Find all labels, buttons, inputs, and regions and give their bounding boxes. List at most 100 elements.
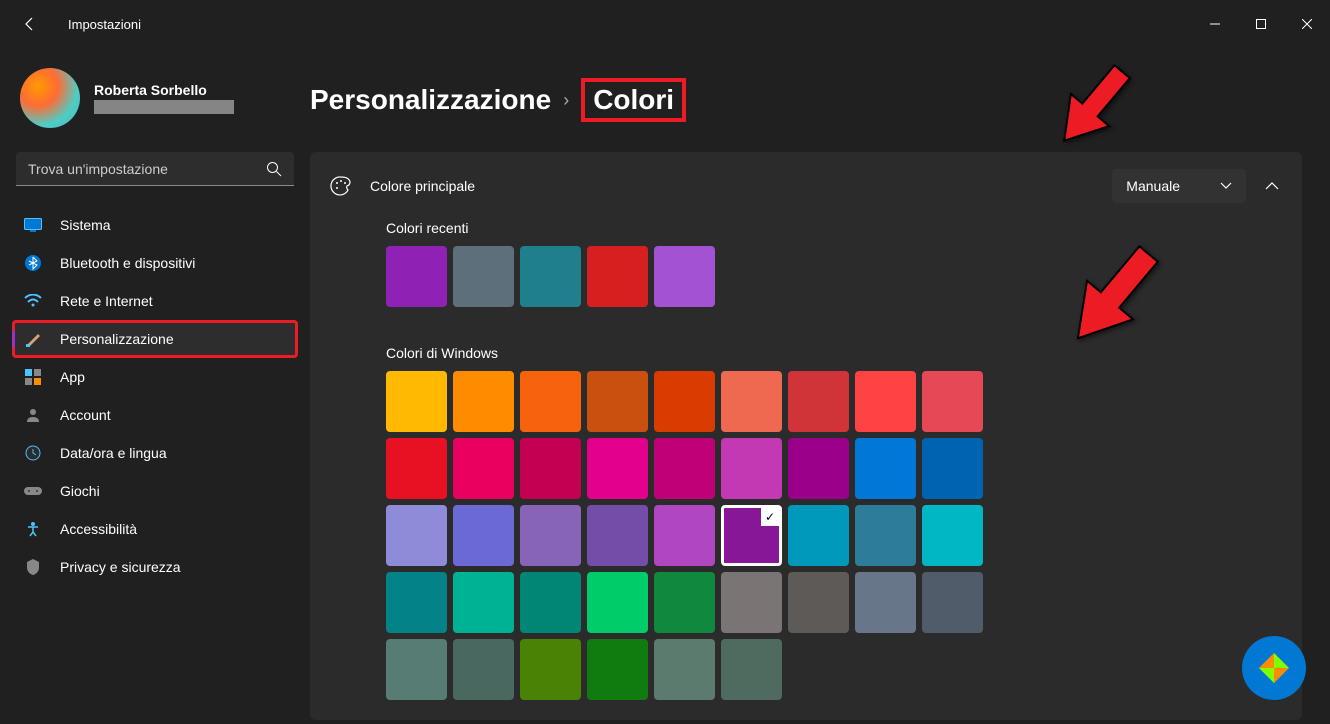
- color-swatch[interactable]: [587, 505, 648, 566]
- color-swatch[interactable]: [587, 246, 648, 307]
- nav-label: Privacy e sicurezza: [60, 559, 181, 575]
- color-swatch[interactable]: [587, 371, 648, 432]
- color-swatch[interactable]: [386, 572, 447, 633]
- color-swatch[interactable]: [721, 371, 782, 432]
- search-input[interactable]: [16, 152, 294, 186]
- nav-list: Sistema Bluetooth e dispositivi Rete e I…: [12, 206, 298, 586]
- sidebar: Roberta Sorbello Sistema Bluetooth e dis…: [0, 48, 310, 724]
- breadcrumb-current: Colori: [581, 78, 686, 122]
- arrow-left-icon: [22, 16, 38, 32]
- color-swatch[interactable]: [453, 639, 514, 700]
- panel-body: Colori recenti Colori di Windows: [310, 220, 1302, 720]
- color-swatch[interactable]: [721, 572, 782, 633]
- color-swatch[interactable]: [654, 438, 715, 499]
- dropdown-value: Manuale: [1126, 178, 1180, 194]
- sidebar-item-personalization[interactable]: Personalizzazione: [12, 320, 298, 358]
- color-swatch[interactable]: [587, 438, 648, 499]
- back-button[interactable]: [20, 14, 40, 34]
- bluetooth-icon: [24, 254, 42, 272]
- nav-label: Account: [60, 407, 111, 423]
- color-swatch[interactable]: [587, 572, 648, 633]
- nav-label: Sistema: [60, 217, 111, 233]
- sidebar-item-accounts[interactable]: Account: [12, 396, 298, 434]
- color-swatch[interactable]: [453, 505, 514, 566]
- windows-colors-label: Colori di Windows: [386, 345, 1282, 361]
- sidebar-item-time-language[interactable]: Data/ora e lingua: [12, 434, 298, 472]
- color-swatch[interactable]: [520, 246, 581, 307]
- color-swatch[interactable]: [654, 639, 715, 700]
- brand-logo-icon: [1254, 648, 1294, 688]
- color-swatch[interactable]: [520, 639, 581, 700]
- person-icon: [24, 406, 42, 424]
- search-box: [16, 152, 294, 186]
- color-swatch[interactable]: [855, 371, 916, 432]
- color-swatch[interactable]: [386, 246, 447, 307]
- color-swatch[interactable]: [520, 505, 581, 566]
- nav-label: Data/ora e lingua: [60, 445, 167, 461]
- color-swatch[interactable]: [453, 572, 514, 633]
- maximize-button[interactable]: [1238, 8, 1284, 40]
- accent-mode-dropdown[interactable]: Manuale: [1112, 169, 1246, 203]
- color-swatch[interactable]: [788, 371, 849, 432]
- color-swatch[interactable]: [386, 438, 447, 499]
- accent-color-panel: Colore principale Manuale Colori recenti…: [310, 152, 1302, 720]
- breadcrumb: Personalizzazione › Colori: [310, 78, 1330, 122]
- color-swatch[interactable]: [721, 438, 782, 499]
- color-swatch[interactable]: [587, 639, 648, 700]
- profile-email-redacted: [94, 100, 234, 114]
- color-swatch[interactable]: [520, 572, 581, 633]
- color-swatch[interactable]: [922, 572, 983, 633]
- sidebar-item-privacy[interactable]: Privacy e sicurezza: [12, 548, 298, 586]
- accessibility-icon: [24, 520, 42, 538]
- palette-icon: [330, 175, 352, 197]
- sidebar-item-network[interactable]: Rete e Internet: [12, 282, 298, 320]
- color-swatch[interactable]: [453, 438, 514, 499]
- sidebar-item-accessibility[interactable]: Accessibilità: [12, 510, 298, 548]
- window-controls: [1192, 8, 1330, 40]
- sidebar-item-gaming[interactable]: Giochi: [12, 472, 298, 510]
- color-swatch[interactable]: [386, 371, 447, 432]
- color-swatch[interactable]: [922, 505, 983, 566]
- titlebar: Impostazioni: [0, 0, 1330, 48]
- color-swatch[interactable]: [721, 639, 782, 700]
- color-swatch[interactable]: [922, 371, 983, 432]
- profile-name: Roberta Sorbello: [94, 82, 234, 98]
- color-swatch[interactable]: [788, 572, 849, 633]
- color-swatch[interactable]: [922, 438, 983, 499]
- color-swatch[interactable]: [453, 371, 514, 432]
- avatar: [20, 68, 80, 128]
- wifi-icon: [24, 292, 42, 310]
- color-swatch[interactable]: [855, 505, 916, 566]
- sidebar-item-system[interactable]: Sistema: [12, 206, 298, 244]
- shield-icon: [24, 558, 42, 576]
- window-title: Impostazioni: [68, 17, 141, 32]
- nav-label: Giochi: [60, 483, 100, 499]
- color-swatch[interactable]: [453, 246, 514, 307]
- close-button[interactable]: [1284, 8, 1330, 40]
- color-swatch[interactable]: [386, 639, 447, 700]
- chevron-right-icon: ›: [563, 90, 569, 111]
- color-swatch[interactable]: [855, 572, 916, 633]
- brand-badge[interactable]: [1242, 636, 1306, 700]
- panel-header: Colore principale Manuale: [310, 152, 1302, 220]
- close-icon: [1302, 19, 1312, 29]
- minimize-button[interactable]: [1192, 8, 1238, 40]
- sidebar-item-bluetooth[interactable]: Bluetooth e dispositivi: [12, 244, 298, 282]
- color-swatch[interactable]: [654, 371, 715, 432]
- recent-colors-row: [386, 246, 1282, 307]
- maximize-icon: [1256, 19, 1266, 29]
- color-swatch[interactable]: [855, 438, 916, 499]
- color-swatch[interactable]: [788, 505, 849, 566]
- color-swatch[interactable]: [520, 438, 581, 499]
- sidebar-item-apps[interactable]: App: [12, 358, 298, 396]
- collapse-button[interactable]: [1262, 176, 1282, 196]
- color-swatch[interactable]: [386, 505, 447, 566]
- profile-block[interactable]: Roberta Sorbello: [12, 48, 298, 152]
- breadcrumb-parent[interactable]: Personalizzazione: [310, 84, 551, 116]
- color-swatch[interactable]: [520, 371, 581, 432]
- color-swatch[interactable]: [654, 246, 715, 307]
- color-swatch[interactable]: [721, 505, 782, 566]
- color-swatch[interactable]: [788, 438, 849, 499]
- color-swatch[interactable]: [654, 572, 715, 633]
- color-swatch[interactable]: [654, 505, 715, 566]
